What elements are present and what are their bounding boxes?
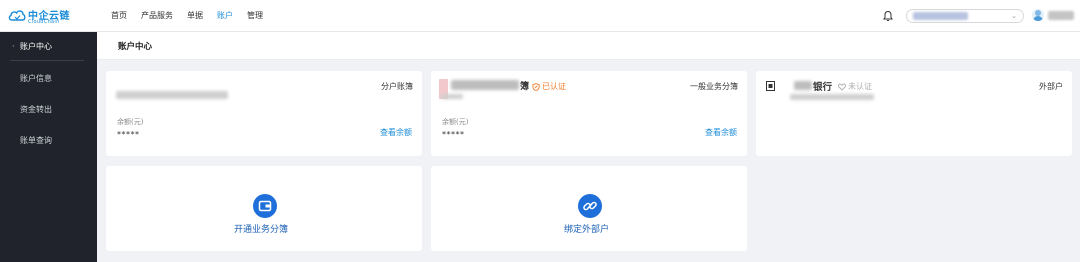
- certified-badge: 已认证: [532, 81, 566, 92]
- main-nav: 首页 产品服务 单据 账户 管理: [104, 0, 270, 32]
- bind-external-account-card[interactable]: 绑定外部户: [431, 166, 747, 251]
- sidebar-item-bill-query[interactable]: 账单查询: [0, 133, 97, 149]
- nav-products[interactable]: 产品服务: [134, 0, 180, 32]
- chevron-down-icon: ⌄: [1011, 12, 1017, 20]
- sidebar-divider: [10, 60, 84, 61]
- page-title: 账户中心: [118, 42, 153, 52]
- nav-documents[interactable]: 单据: [180, 0, 210, 32]
- nav-account[interactable]: 账户: [210, 0, 240, 32]
- account-name-suffix: 簿: [520, 82, 530, 92]
- logo-subtext: CloudChain: [28, 19, 60, 25]
- shield-heart-icon: [532, 82, 540, 91]
- bank-name: 银行: [813, 82, 833, 93]
- account-card-external[interactable]: 银行 未认证 外部户: [756, 71, 1072, 156]
- certified-text: 已认证: [542, 82, 566, 91]
- nav-manage[interactable]: 管理: [240, 0, 270, 32]
- logo[interactable]: 中企云链 CloudChain: [8, 6, 72, 26]
- balance-value: *****: [117, 130, 140, 139]
- account-card-business[interactable]: 簿 已认证 一般业务分簿 余额(元) ***** 查看余额: [431, 71, 747, 156]
- account-selector[interactable]: ⌄: [906, 9, 1024, 23]
- account-type-label: 一般业务分簿: [690, 82, 738, 91]
- balance-label: 余额(元): [442, 118, 469, 126]
- sidebar-item-account-center[interactable]: · 账户中心: [0, 39, 97, 55]
- account-type-label: 外部户: [1039, 82, 1063, 91]
- account-number-redacted: [441, 94, 463, 99]
- account-card-ledger[interactable]: 分户账簿 余额(元) ***** 查看余额: [106, 71, 422, 156]
- nav-home[interactable]: 首页: [104, 0, 134, 32]
- view-balance-link[interactable]: 查看余额: [705, 127, 737, 138]
- heart-icon: [838, 83, 846, 91]
- account-number-redacted: [790, 94, 874, 100]
- top-bar: 中企云链 CloudChain 首页 产品服务 单据 账户 管理 ⌄: [0, 0, 1080, 32]
- account-number-redacted: [116, 91, 228, 99]
- bind-external-account-label: 绑定外部户: [564, 225, 610, 235]
- account-name-redacted: [451, 80, 519, 90]
- sidebar-item-fund-transfer[interactable]: 资金转出: [0, 102, 97, 118]
- username-redacted[interactable]: [1048, 11, 1074, 20]
- sidebar-item-account-info[interactable]: 账户信息: [0, 71, 97, 87]
- wallet-icon: [253, 194, 277, 218]
- avatar[interactable]: [1032, 9, 1044, 21]
- uncertified-text: 未认证: [848, 82, 872, 91]
- view-balance-link[interactable]: 查看余额: [380, 127, 412, 138]
- sidebar: · 账户中心 账户信息 资金转出 账单查询: [0, 32, 97, 262]
- page-header: 账户中心: [97, 32, 1080, 60]
- bell-icon[interactable]: [882, 10, 894, 22]
- uncertified-badge: 未认证: [838, 81, 872, 92]
- open-business-ledger-label: 开通业务分簿: [234, 225, 289, 235]
- cloud-logo-icon: [8, 10, 26, 21]
- account-type-label: 分户账簿: [381, 82, 413, 91]
- link-icon: [578, 194, 602, 218]
- open-business-ledger-card[interactable]: 开通业务分簿: [106, 166, 422, 251]
- sidebar-title: 账户中心: [20, 42, 52, 51]
- bullet-icon: ·: [12, 42, 15, 51]
- bank-logo-icon: [766, 81, 775, 91]
- bank-name-redacted: [794, 81, 812, 90]
- account-name-redacted: [913, 12, 968, 20]
- balance-label: 余额(元): [117, 118, 144, 126]
- balance-value: *****: [442, 130, 465, 139]
